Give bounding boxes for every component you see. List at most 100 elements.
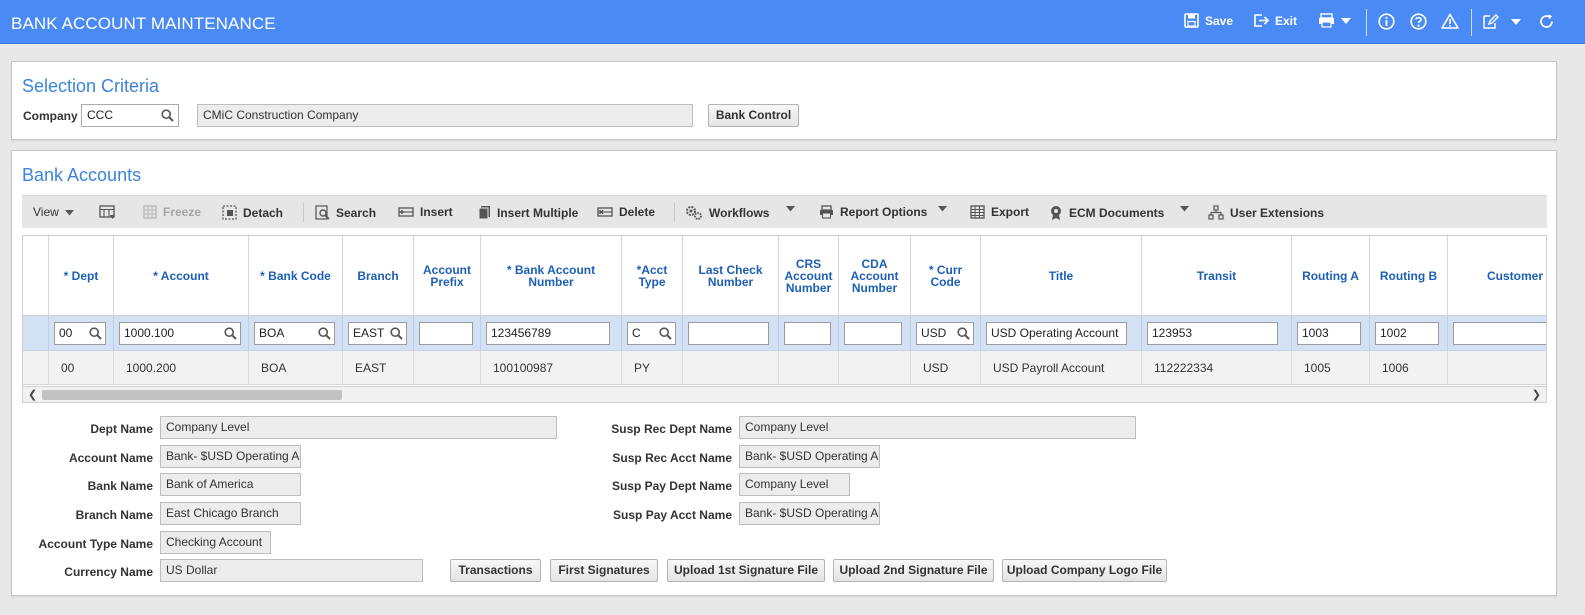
column-header[interactable]: Routing A xyxy=(1292,236,1370,316)
refresh-icon xyxy=(1540,14,1553,28)
crs-account-filter-input[interactable] xyxy=(784,322,831,345)
search-icon[interactable] xyxy=(89,327,102,340)
table-cell[interactable] xyxy=(839,351,911,384)
user-extensions-button[interactable]: User Extensions xyxy=(1208,205,1324,220)
filter-cell: 1003 xyxy=(1292,316,1370,350)
transit-filter-input[interactable]: 123953 xyxy=(1147,322,1278,345)
currency-name-field: US Dollar xyxy=(160,559,423,582)
insert-multiple-button[interactable]: Insert Multiple xyxy=(478,205,578,220)
help-button[interactable] xyxy=(1410,13,1427,30)
search-icon[interactable] xyxy=(659,327,672,340)
delete-button[interactable]: Delete xyxy=(597,205,655,219)
row-selector[interactable] xyxy=(23,316,49,350)
column-header[interactable]: CDA Account Number xyxy=(839,236,911,316)
column-header[interactable]: Account Prefix xyxy=(414,236,481,316)
table-row[interactable]: 00 1000.200 BOA EAST 100100987 PY USD US… xyxy=(23,351,1546,385)
column-header[interactable]: * Curr Code xyxy=(911,236,981,316)
table-cell[interactable] xyxy=(683,351,779,384)
scroll-right-icon[interactable]: ❯ xyxy=(1532,388,1541,401)
upload-2nd-signature-button[interactable]: Upload 2nd Signature File xyxy=(833,559,994,582)
report-options-dropdown[interactable] xyxy=(938,205,947,212)
search-icon[interactable] xyxy=(957,327,970,340)
company-input[interactable]: CCC xyxy=(81,104,179,127)
table-cell[interactable]: 100100987 xyxy=(481,351,622,384)
column-header[interactable]: * Bank Code xyxy=(249,236,343,316)
insert-button[interactable]: Insert xyxy=(398,205,453,219)
view-menu[interactable]: View xyxy=(33,205,74,219)
column-header[interactable]: Last Check Number xyxy=(683,236,779,316)
edit-menu-button[interactable] xyxy=(1482,13,1521,30)
freeze-button[interactable]: Freeze xyxy=(143,205,201,219)
ecm-documents-button[interactable]: ECM Documents xyxy=(1049,205,1164,221)
report-options-button[interactable]: Report Options xyxy=(819,205,927,219)
table-cell[interactable]: EAST xyxy=(343,351,414,384)
column-header[interactable]: Customer xyxy=(1448,236,1546,316)
search-button[interactable]: Search xyxy=(315,205,376,220)
column-header[interactable]: * Dept xyxy=(49,236,114,316)
scroll-left-icon[interactable]: ❮ xyxy=(28,388,37,401)
scrollbar-thumb[interactable] xyxy=(42,390,342,400)
account-filter-input[interactable]: 1000.100 xyxy=(119,322,241,345)
cda-account-filter-input[interactable] xyxy=(844,322,902,345)
first-signatures-button[interactable]: First Signatures xyxy=(550,559,658,582)
workflows-dropdown[interactable] xyxy=(786,205,795,212)
info-button[interactable] xyxy=(1378,13,1395,30)
exit-button[interactable]: Exit xyxy=(1253,13,1297,28)
upload-1st-signature-button[interactable]: Upload 1st Signature File xyxy=(667,559,825,582)
table-cell[interactable]: 00 xyxy=(49,351,114,384)
hierarchy-icon xyxy=(1208,205,1224,220)
column-header[interactable]: Transit xyxy=(1142,236,1292,316)
bank-control-button[interactable]: Bank Control xyxy=(708,104,799,127)
search-icon[interactable] xyxy=(161,109,174,122)
curr-code-filter-input[interactable]: USD xyxy=(916,322,974,345)
save-button[interactable]: Save xyxy=(1184,13,1233,28)
column-header[interactable]: Title xyxy=(981,236,1142,316)
title-filter-input[interactable]: USD Operating Account xyxy=(986,322,1127,345)
table-cell[interactable] xyxy=(1448,351,1546,384)
search-icon[interactable] xyxy=(318,327,331,340)
dept-filter-input[interactable]: 00 xyxy=(54,322,106,345)
print-menu-button[interactable] xyxy=(1318,13,1351,28)
detach-button[interactable]: Detach xyxy=(222,205,283,220)
search-icon[interactable] xyxy=(224,327,237,340)
routing-a-filter-input[interactable]: 1003 xyxy=(1297,322,1361,345)
column-header[interactable]: * Account xyxy=(114,236,249,316)
search-icon[interactable] xyxy=(390,327,403,340)
filter-cell: EAST xyxy=(343,316,414,350)
table-cell[interactable]: 1006 xyxy=(1370,351,1448,384)
transactions-button[interactable]: Transactions xyxy=(450,559,541,582)
horizontal-scrollbar[interactable]: ❮ ❯ xyxy=(22,386,1547,403)
table-cell[interactable]: 1000.200 xyxy=(114,351,249,384)
acct-type-filter-input[interactable]: C xyxy=(627,322,676,345)
row-selector[interactable] xyxy=(23,351,49,384)
column-header[interactable]: Branch xyxy=(343,236,414,316)
routing-b-filter-input[interactable]: 1002 xyxy=(1375,322,1439,345)
column-header[interactable]: *Acct Type xyxy=(622,236,683,316)
table-cell[interactable] xyxy=(779,351,839,384)
refresh-button[interactable] xyxy=(1538,13,1555,30)
last-check-number-filter-input[interactable] xyxy=(688,322,769,345)
bank-code-filter-input[interactable]: BOA xyxy=(254,322,335,345)
column-header[interactable]: Routing B xyxy=(1370,236,1448,316)
table-cell[interactable]: USD Payroll Account xyxy=(981,351,1142,384)
ecm-documents-dropdown[interactable] xyxy=(1180,205,1189,212)
table-cell[interactable]: BOA xyxy=(249,351,343,384)
bank-account-number-filter-input[interactable]: 123456789 xyxy=(486,322,610,345)
table-cell[interactable]: 1005 xyxy=(1292,351,1370,384)
workflows-button[interactable]: Workflows xyxy=(685,205,769,220)
bank-name-field: Bank of America xyxy=(160,473,301,496)
warning-button[interactable] xyxy=(1441,13,1459,29)
columns-button[interactable] xyxy=(99,205,116,220)
column-header[interactable]: CRS Account Number xyxy=(779,236,839,316)
selection-criteria-title: Selection Criteria xyxy=(22,76,160,96)
table-cell[interactable]: USD xyxy=(911,351,981,384)
table-cell[interactable]: PY xyxy=(622,351,683,384)
upload-company-logo-button[interactable]: Upload Company Logo File xyxy=(1002,559,1167,582)
customer-filter-input[interactable] xyxy=(1453,322,1546,345)
export-button[interactable]: Export xyxy=(970,205,1029,219)
table-cell[interactable]: 112222334 xyxy=(1142,351,1292,384)
table-cell[interactable] xyxy=(414,351,481,384)
column-header[interactable]: * Bank Account Number xyxy=(481,236,622,316)
account-prefix-filter-input[interactable] xyxy=(419,322,473,345)
branch-filter-input[interactable]: EAST xyxy=(348,322,407,345)
